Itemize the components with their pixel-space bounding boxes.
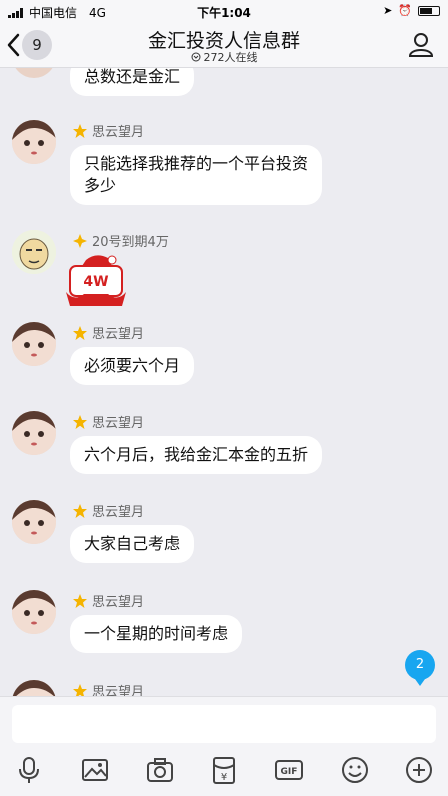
avatar[interactable] (12, 411, 56, 455)
avatar-girl-image (12, 590, 56, 634)
star-rank-icon (73, 503, 87, 518)
message-bubble[interactable]: 只能选择我推荐的一个平台投资 多少 (70, 145, 323, 205)
red-packet-icon[interactable]: ¥ (209, 755, 239, 785)
sender-name-row: 思云望月 (72, 323, 144, 342)
group-members-button[interactable] (406, 30, 436, 60)
avatar[interactable] (12, 230, 56, 274)
avatar-girl-image (12, 411, 56, 455)
sender-name-row: 思云望月 (72, 501, 144, 520)
avatar[interactable] (12, 680, 56, 696)
avatar-girl-image (12, 322, 56, 366)
avatar[interactable] (12, 120, 56, 164)
star-rank-icon (73, 683, 87, 696)
star-rank-icon (73, 593, 87, 608)
message-bubble[interactable]: 必须要六个月 (70, 347, 195, 385)
online-label: 272人在线 (203, 51, 258, 64)
sender-name-row: 思云望月 (72, 121, 144, 140)
chat-header: 9 金汇投资人信息群 272人在线 (0, 22, 448, 68)
message-list[interactable]: 总数还是金汇 思云望月 只能选择我推荐的一个平台投资 多少 20号到期4万 4W… (0, 68, 448, 696)
avatar-girl-image (12, 680, 56, 696)
sender-name: 思云望月 (92, 685, 145, 696)
message-input[interactable] (12, 705, 436, 743)
sender-name: 思云望月 (92, 327, 145, 342)
location-icon: ➤ (383, 4, 393, 17)
profile-icon (408, 33, 434, 57)
avatar-cartoon-image (12, 230, 56, 274)
avatar[interactable] (12, 322, 56, 366)
star-rank-icon (73, 325, 87, 340)
gif-icon[interactable]: GIF (274, 755, 304, 785)
sender-name: 20号到期4万 (92, 235, 169, 250)
battery-icon (418, 5, 440, 16)
message-text-line: 多少 (84, 176, 117, 195)
message-bubble[interactable]: 六个月后，我给金汇本金的五折 (70, 436, 323, 474)
sticker-text: 4W (83, 274, 109, 290)
message-bubble[interactable]: 总数还是金汇 (70, 68, 195, 96)
clock: 下午1:04 (197, 6, 251, 20)
message-bubble[interactable]: 一个星期的时间考虑 (70, 615, 243, 653)
alarm-icon: ⏰ (398, 4, 412, 17)
online-icon (191, 52, 200, 62)
toolbar: ¥ GIF (0, 755, 448, 785)
sender-name-row: 20号到期4万 (72, 231, 169, 250)
sender-name-row: 思云望月 (72, 591, 144, 610)
sender-name-row: 思云望月 (72, 681, 144, 696)
sender-name: 思云望月 (92, 595, 145, 610)
message-text: 总数还是金汇 (84, 68, 181, 86)
emoji-icon[interactable] (340, 755, 370, 785)
message-bubble[interactable]: 大家自己考虑 (70, 525, 195, 563)
avatar-girl-image (12, 120, 56, 164)
sender-name: 思云望月 (92, 505, 145, 520)
message-text: 六个月后，我给金汇本金的五折 (84, 445, 309, 464)
avatar[interactable] (12, 68, 56, 78)
message-text-line: 只能选择我推荐的一个平台投资 (84, 154, 309, 173)
sender-name-row: 思云望月 (72, 412, 144, 431)
message-text: 必须要六个月 (84, 356, 181, 375)
plus-icon[interactable] (404, 755, 434, 785)
status-bar: 中国电信 4G 下午1:04 ➤ ⏰ (0, 0, 448, 22)
input-bar: ¥ GIF (0, 696, 448, 796)
svg-text:¥: ¥ (221, 772, 227, 783)
message-text: 大家自己考虑 (84, 534, 181, 553)
camera-icon[interactable] (145, 755, 175, 785)
avatar-girl-image (12, 500, 56, 544)
avatar[interactable] (12, 590, 56, 634)
avatar[interactable] (12, 500, 56, 544)
message-text: 一个星期的时间考虑 (84, 624, 229, 643)
svg-text:GIF: GIF (281, 767, 298, 777)
sticker[interactable]: 4W (64, 252, 128, 308)
star-rank-icon (73, 414, 87, 429)
new-messages-badge[interactable]: 2 (405, 650, 435, 686)
sender-name: 思云望月 (92, 416, 145, 431)
mic-icon[interactable] (14, 755, 44, 785)
diamond-rank-icon (73, 233, 87, 248)
sender-name: 思云望月 (92, 125, 145, 140)
image-icon[interactable] (80, 755, 110, 785)
online-count: 272人在线 (0, 49, 448, 65)
star-rank-icon (73, 123, 87, 138)
